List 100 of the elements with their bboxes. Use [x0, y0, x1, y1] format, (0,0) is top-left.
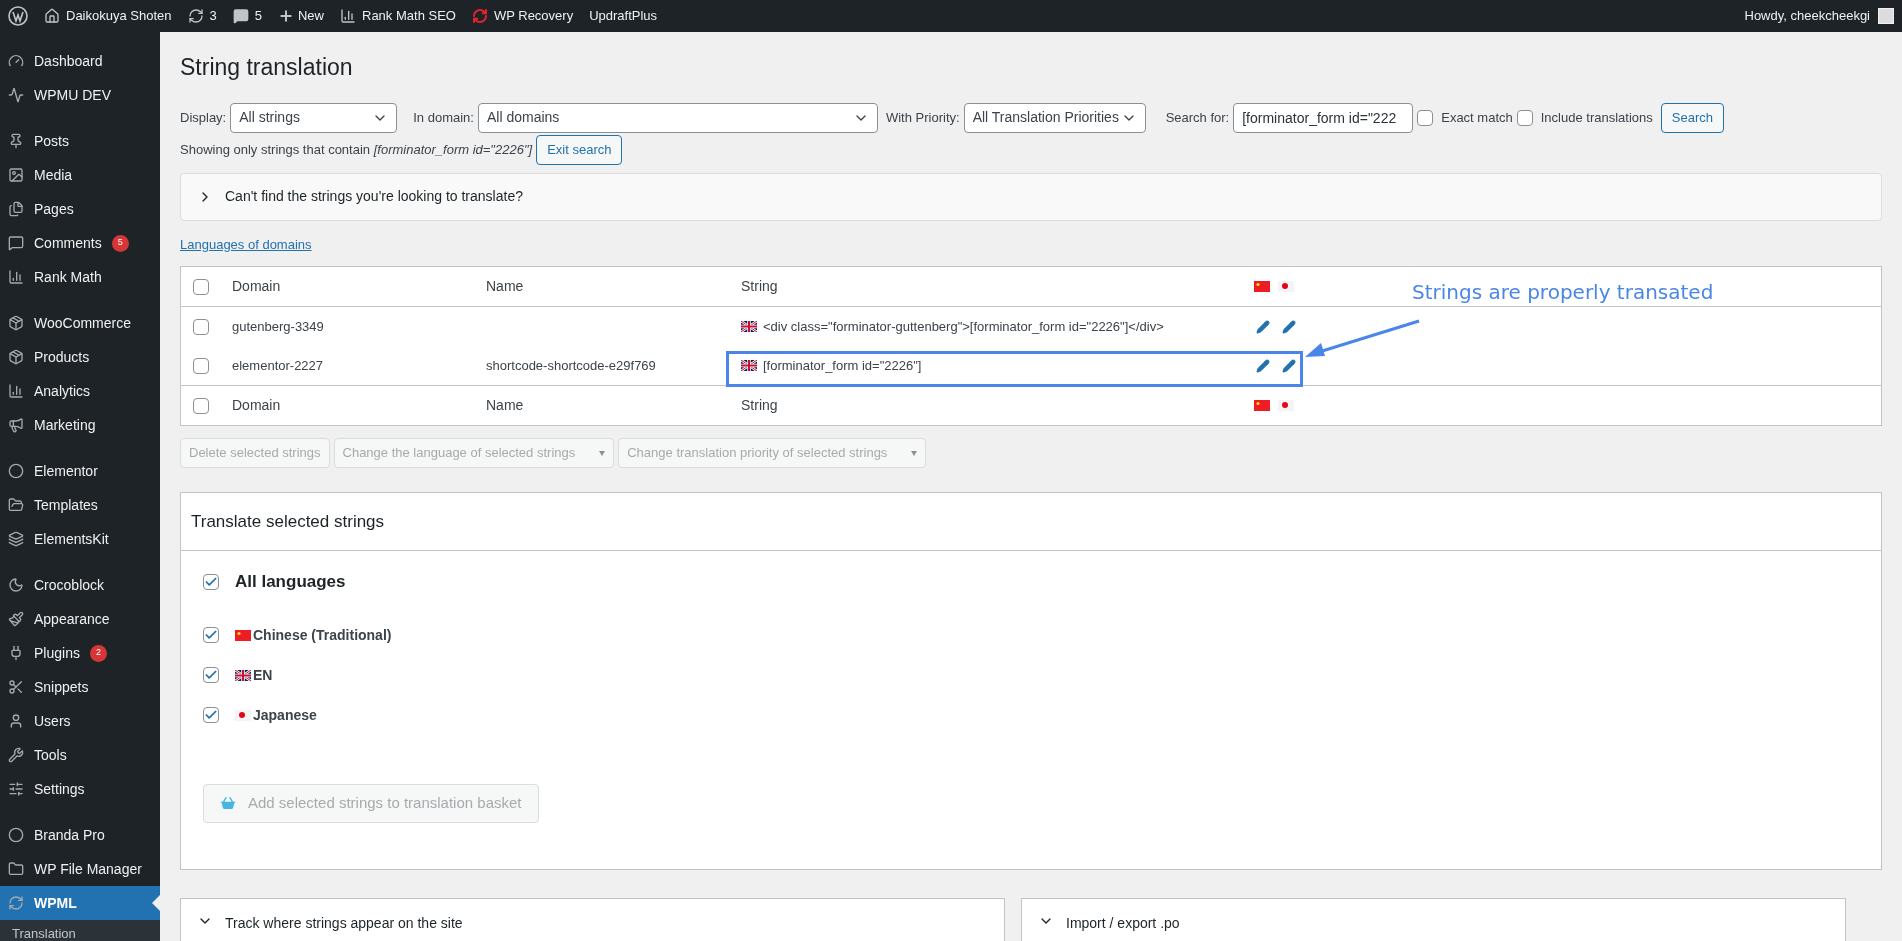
- toolbar-link[interactable]: WP Recovery: [471, 6, 574, 26]
- checkbox[interactable]: [1516, 109, 1533, 126]
- wordpress-logo-icon[interactable]: [8, 6, 28, 26]
- sidebar-item[interactable]: ElementsKit: [0, 522, 160, 556]
- menu-icon: [8, 861, 24, 877]
- sidebar-item[interactable]: WP File Manager: [0, 852, 160, 886]
- sidebar-item[interactable]: WPML: [0, 886, 160, 920]
- toolbar-link[interactable]: Rank Math SEO: [340, 6, 456, 26]
- sidebar-item[interactable]: Marketing: [0, 408, 160, 442]
- caret-icon: [911, 450, 918, 456]
- filter-label: Display:: [180, 108, 227, 127]
- pencil-icon[interactable]: [1256, 358, 1270, 373]
- pencil-icon[interactable]: [1256, 319, 1270, 334]
- sidebar-item[interactable]: Appearance: [0, 602, 160, 636]
- sidebar-label: Rank Math: [34, 267, 102, 287]
- pencil-icon[interactable]: [1282, 358, 1296, 373]
- plus-icon: [278, 8, 294, 24]
- sidebar-item[interactable]: Snippets: [0, 670, 160, 704]
- new-link[interactable]: New: [278, 6, 324, 26]
- filter-label: Search for:: [1165, 108, 1230, 127]
- sidebar-label: Snippets: [34, 677, 89, 697]
- sidebar-item[interactable]: Rank Math: [0, 260, 160, 294]
- column-header: Domain: [232, 396, 282, 415]
- check-icon: [204, 628, 218, 642]
- menu-icon: [8, 497, 24, 513]
- updates-link[interactable]: 3: [187, 6, 217, 26]
- count-badge: 5: [111, 234, 129, 252]
- menu-icon: [8, 577, 24, 593]
- sidebar-label: Tools: [34, 745, 67, 765]
- menu-icon: [8, 827, 24, 843]
- sidebar-item[interactable]: Templates: [0, 488, 160, 522]
- checkbox[interactable]: [193, 318, 209, 335]
- menu-icon: [8, 747, 24, 763]
- sidebar-item[interactable]: Comments 5: [0, 226, 160, 260]
- flag-icon: [1278, 281, 1294, 292]
- checkbox-label: EN: [253, 665, 273, 685]
- flag-icon: [741, 321, 757, 332]
- sidebar-item[interactable]: Plugins 2: [0, 636, 160, 670]
- toolbar-link[interactable]: UpdraftPlus: [589, 6, 658, 26]
- languages-link[interactable]: Languages of domains: [180, 234, 312, 254]
- chart-icon: [340, 8, 356, 24]
- display-select[interactable]: All strings: [230, 102, 398, 133]
- search-button[interactable]: Search: [1660, 102, 1724, 133]
- flag-icon: [235, 629, 251, 641]
- sidebar-item[interactable]: Users: [0, 704, 160, 738]
- select-all-checkbox[interactable]: [193, 278, 209, 295]
- search-field[interactable]: [forminator_form id="222: [1233, 102, 1414, 133]
- table-cell-text: shortcode-shortcode-e29f769: [486, 356, 657, 375]
- site-link[interactable]: Daikokuya Shoten: [44, 6, 172, 26]
- checkbox[interactable]: [203, 667, 219, 683]
- menu-icon: [8, 611, 24, 627]
- collapsible-panel[interactable]: Import / export .po: [1021, 898, 1846, 941]
- submenu-item[interactable]: Translation: [0, 924, 160, 941]
- checkbox[interactable]: [1417, 109, 1434, 126]
- sidebar-label: WooCommerce: [34, 313, 131, 333]
- home-icon: [44, 8, 60, 24]
- collapsible-panel[interactable]: Track where strings appear on the site: [180, 898, 1005, 941]
- checkbox[interactable]: [203, 573, 219, 590]
- count-badge: 2: [89, 644, 107, 662]
- checkbox[interactable]: [193, 357, 209, 374]
- menu-icon: [8, 201, 24, 217]
- sidebar-label: Elementor: [34, 461, 98, 481]
- checkbox[interactable]: [203, 707, 219, 723]
- search-notice: Showing only strings that contain [forminator_form id="2226"]: [180, 140, 533, 159]
- panel-label: Import / export .po: [1066, 914, 1180, 933]
- column-header: String: [741, 396, 779, 415]
- select-all-checkbox[interactable]: [193, 397, 209, 414]
- sidebar-label: Users: [34, 711, 71, 731]
- greeting-link[interactable]: Howdy, cheekcheekgi: [1744, 6, 1870, 26]
- sidebar-label: Appearance: [34, 609, 110, 629]
- pencil-icon[interactable]: [1282, 319, 1296, 334]
- sidebar-item[interactable]: Branda Pro: [0, 818, 160, 852]
- sidebar-item[interactable]: Pages: [0, 192, 160, 226]
- sidebar-label: Comments: [34, 233, 102, 253]
- sidebar-item[interactable]: Settings: [0, 772, 160, 806]
- comments-link[interactable]: 5: [232, 6, 262, 26]
- filter-label: In domain:: [413, 108, 474, 127]
- sidebar-item[interactable]: Dashboard: [0, 44, 160, 78]
- sidebar-item[interactable]: Tools: [0, 738, 160, 772]
- priority-select[interactable]: All Translation Priorities: [963, 102, 1146, 133]
- checkbox-label: Chinese (Traditional): [253, 625, 392, 645]
- sidebar-item[interactable]: Crocoblock: [0, 568, 160, 602]
- domain-select[interactable]: All domains: [477, 102, 878, 133]
- table-cell-text: <div class="forminator-guttenberg">[forminator_form id="2226"]</div>: [763, 317, 1164, 336]
- sidebar-item[interactable]: Media: [0, 158, 160, 192]
- sidebar-item[interactable]: Products: [0, 340, 160, 374]
- sidebar-item[interactable]: Elementor: [0, 454, 160, 488]
- sidebar-label: Products: [34, 347, 90, 367]
- sidebar-label: WP File Manager: [34, 859, 142, 879]
- sidebar-item[interactable]: Posts: [0, 124, 160, 158]
- sidebar-item[interactable]: WooCommerce: [0, 306, 160, 340]
- sidebar-label: Crocoblock: [34, 575, 105, 595]
- checkbox-label: Include translations: [1540, 108, 1653, 127]
- checkbox[interactable]: [203, 627, 219, 643]
- exit-search-button[interactable]: Exit search: [536, 134, 623, 165]
- sidebar-label: Media: [34, 165, 73, 185]
- help-toggle[interactable]: Can't find the strings you're looking to translate?: [180, 172, 1882, 221]
- menu-icon: [8, 53, 24, 69]
- sidebar-item[interactable]: WPMU DEV: [0, 78, 160, 112]
- sidebar-item[interactable]: Analytics: [0, 374, 160, 408]
